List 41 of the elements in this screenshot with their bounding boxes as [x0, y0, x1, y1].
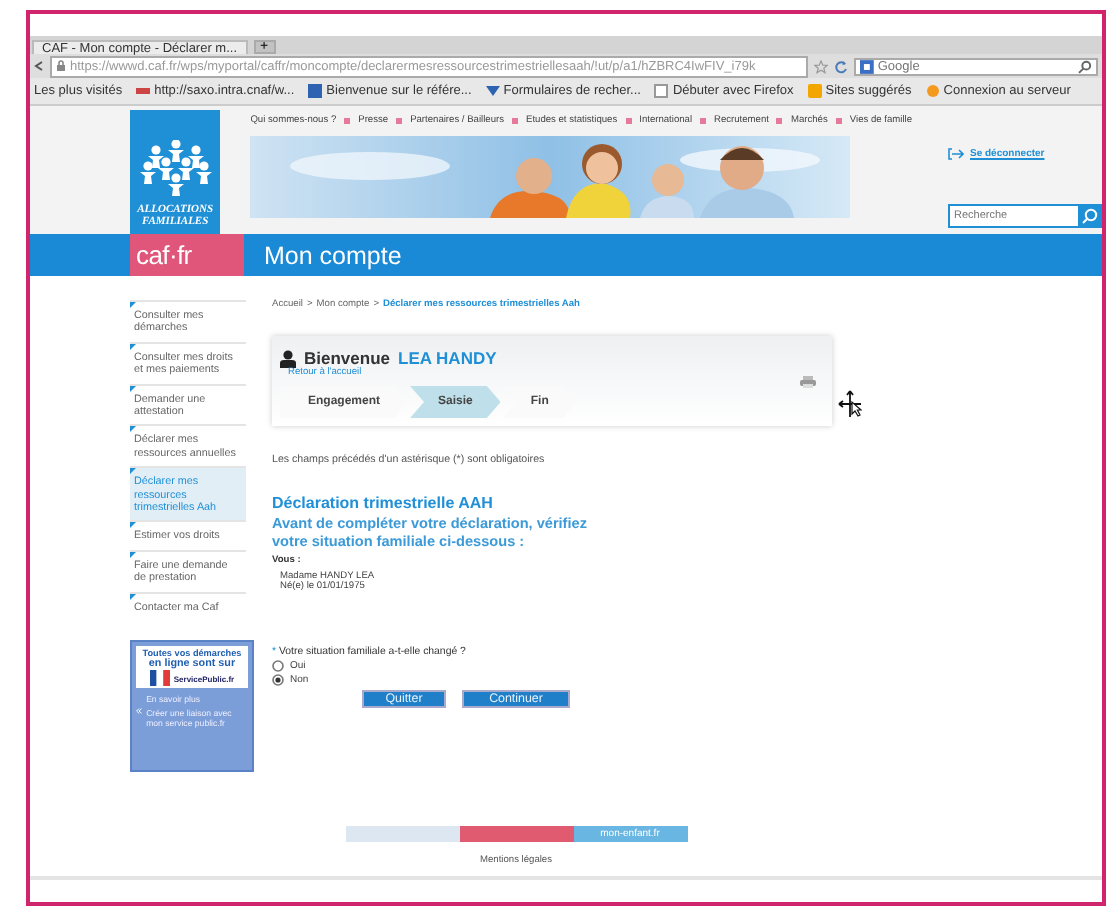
welcome-text: Bienvenue [304, 348, 390, 368]
logout-icon [948, 148, 964, 160]
corner-icon [130, 551, 136, 558]
corner-icon [130, 426, 136, 433]
flag-icon [149, 670, 170, 687]
circle-icon [925, 84, 940, 98]
user-icon [280, 349, 296, 367]
star-icon[interactable] [814, 59, 828, 73]
page-title: Mon compte [264, 241, 402, 269]
radio-button[interactable] [272, 660, 284, 673]
caf-logo[interactable]: caf·fr [130, 234, 244, 276]
corner-icon [130, 522, 136, 529]
search-engine-icon[interactable] [860, 59, 874, 73]
arrows-icon [136, 706, 143, 717]
bullet-icon [835, 118, 842, 124]
radio-button[interactable] [272, 674, 284, 687]
search-icon[interactable] [1078, 59, 1092, 73]
search-button[interactable] [1078, 206, 1100, 226]
move-cursor-icon [838, 390, 862, 418]
bullet-icon [700, 118, 707, 124]
bullet-icon [396, 118, 403, 124]
corner-icon [130, 302, 136, 308]
search-icon [1081, 208, 1097, 224]
user-name: LEA HANDY [398, 348, 497, 368]
corner-icon [130, 343, 136, 350]
bookmark-icon [308, 84, 323, 98]
corner-icon [130, 468, 136, 475]
blank-page-icon [654, 84, 669, 98]
corner-icon [130, 385, 136, 392]
bullet-icon [512, 118, 518, 124]
bullet-icon [344, 118, 351, 124]
bullet-icon [625, 118, 632, 124]
form-heading: Déclaration trimestrielle AAH [272, 494, 495, 512]
reload-icon[interactable] [834, 59, 848, 73]
corner-icon [130, 593, 136, 600]
printer-icon[interactable] [800, 376, 816, 388]
bullet-icon [776, 118, 783, 124]
back-icon[interactable] [34, 60, 44, 72]
lock-icon [56, 60, 66, 72]
square-icon [807, 84, 822, 98]
funnel-icon [485, 84, 500, 98]
